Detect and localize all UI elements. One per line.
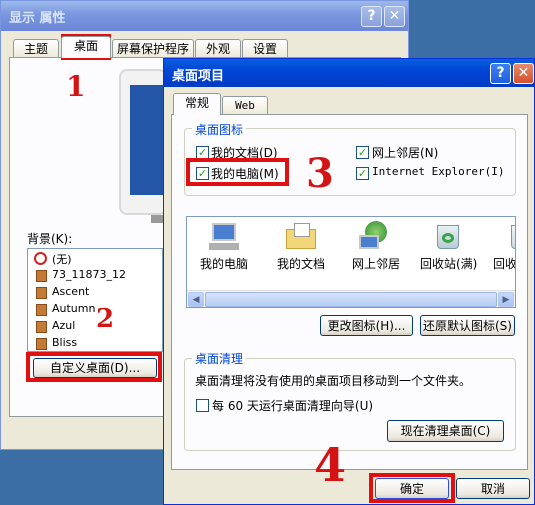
background-item[interactable]: Ascent (34, 285, 154, 301)
scroll-right-button[interactable]: ▶ (498, 292, 514, 307)
annotation-box-ok (369, 473, 455, 503)
monitor-preview (119, 69, 170, 215)
background-item-none[interactable]: (无) (34, 251, 154, 267)
none-icon (34, 252, 47, 265)
desktop-items-dialog: 桌面项目 ? ✕ 常规 Web 桌面图标 ✓ 我的文档(D) ✓ 网上邻居(N)… (163, 58, 535, 505)
close-button[interactable]: ✕ (384, 6, 405, 27)
desktop-icons-group-title: 桌面图标 (192, 121, 247, 138)
tab-web[interactable]: Web (222, 96, 268, 115)
background-item-label: Ascent (52, 285, 90, 298)
image-file-icon (36, 338, 47, 350)
tab-screensaver[interactable]: 屏幕保护程序 (112, 39, 194, 58)
image-file-icon (36, 304, 47, 316)
background-item-label: 73_11873_12 (52, 268, 126, 281)
desktop-cleanup-group-title: 桌面清理 (192, 350, 247, 367)
cleanup-wizard-checkbox[interactable] (196, 399, 209, 412)
background-item[interactable]: Autumn (34, 302, 154, 318)
background-item-label: Azul (52, 319, 76, 332)
image-file-icon (36, 287, 47, 299)
help-button[interactable]: ? (490, 63, 511, 84)
window-title: 显示 属性 (9, 11, 66, 26)
tab-theme[interactable]: 主题 (13, 39, 59, 58)
cleanup-now-button[interactable]: 现在清理桌面(C) (387, 420, 504, 442)
image-file-icon (36, 270, 47, 282)
image-file-icon (36, 321, 47, 333)
my-documents-icon[interactable] (286, 223, 316, 251)
icon-label-my-computer: 我的电脑 (200, 257, 249, 271)
annotation-box-my-computer (186, 158, 289, 186)
restore-default-button[interactable]: 还原默认图标(S) (420, 315, 515, 336)
tab-desktop[interactable]: 桌面 (61, 36, 111, 58)
cancel-button[interactable]: 取消 (456, 478, 530, 499)
tab-settings[interactable]: 设置 (242, 39, 288, 58)
background-item-label: (无) (52, 253, 72, 266)
close-button[interactable]: ✕ (513, 63, 534, 84)
tab-appearance[interactable]: 外观 (195, 39, 241, 58)
monitor-shape (212, 223, 236, 241)
annotation-number-3: 3 (306, 150, 334, 197)
help-button[interactable]: ? (361, 6, 382, 27)
background-item-label: Bliss (52, 336, 78, 349)
bin-shape (511, 225, 515, 249)
annotation-number-4: 4 (314, 438, 347, 492)
tab-general[interactable]: 常规 (173, 93, 221, 115)
my-computer-icon[interactable] (209, 223, 239, 251)
network-places-label[interactable]: 网上邻居(N) (372, 144, 438, 161)
background-label: 背景(K): (27, 232, 73, 246)
display-properties-titlebar: 显示 属性 ? ✕ (1, 1, 408, 31)
scroll-thumb[interactable] (205, 292, 497, 307)
icon-listview[interactable]: 我的电脑 我的文档 网上邻居 回收站(满) 回收 ◀ ▶ (186, 216, 516, 308)
recycle-bin-empty-icon[interactable] (509, 221, 515, 251)
change-icon-button[interactable]: 更改图标(H)... (320, 315, 413, 336)
annotation-number-2: 2 (96, 304, 115, 334)
icon-label-recycle-bin-full: 回收站(满) (420, 257, 478, 271)
monitor-shape (359, 235, 379, 249)
background-item[interactable]: 73_11873_12 (34, 268, 154, 284)
icon-label-network-places: 网上邻居 (352, 257, 401, 271)
annotation-box-customize (26, 352, 162, 382)
desktop-items-titlebar: 桌面项目 ? ✕ (164, 59, 534, 87)
icon-label-recycle-bin-empty: 回收 (493, 257, 516, 271)
cleanup-description: 桌面清理将没有使用的桌面项目移动到一个文件夹。 (195, 374, 472, 388)
recycle-arrow-shape (442, 233, 454, 243)
cleanup-wizard-label[interactable]: 每 60 天运行桌面清理向导(U) (212, 397, 373, 414)
horizontal-scrollbar[interactable]: ◀ ▶ (187, 290, 515, 307)
icon-label-my-documents: 我的文档 (277, 257, 326, 271)
case-shape (209, 243, 239, 250)
background-item[interactable]: Azul (34, 319, 154, 335)
internet-explorer-checkbox[interactable]: ✓ (356, 167, 369, 180)
background-item[interactable]: Bliss (34, 336, 154, 352)
paper-shape (294, 223, 310, 237)
annotation-number-1: 1 (66, 70, 86, 103)
network-places-icon[interactable] (359, 221, 391, 251)
background-item-label: Autumn (52, 302, 96, 315)
network-places-checkbox[interactable]: ✓ (356, 146, 369, 159)
scroll-left-button[interactable]: ◀ (188, 292, 204, 307)
dialog-title: 桌面项目 (172, 69, 225, 84)
recycle-bin-icon[interactable] (435, 221, 461, 251)
internet-explorer-label[interactable]: Internet Explorer(I) (372, 165, 504, 178)
